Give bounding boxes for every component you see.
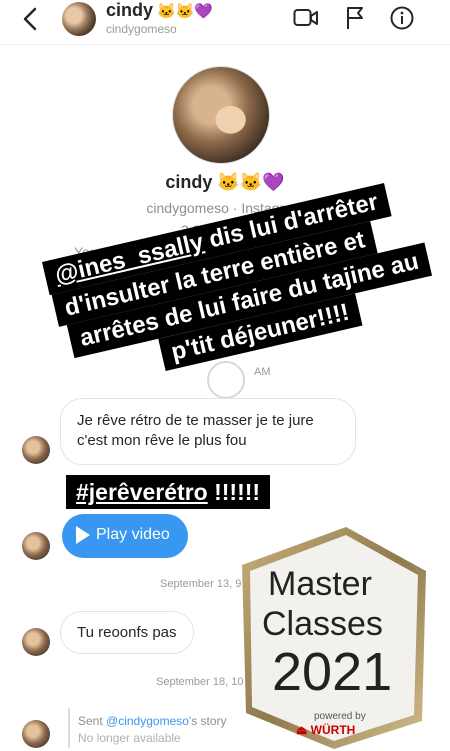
sender-avatar[interactable] (22, 720, 50, 748)
profile-name-emoji: 🐱🐱💜 (217, 172, 285, 192)
chat-header: cindy 🐱🐱💜 cindygomeso (0, 0, 450, 45)
sender-avatar[interactable] (22, 436, 50, 464)
story-unavailable: No longer available (78, 731, 181, 745)
header-name-emoji: 🐱🐱💜 (157, 3, 214, 20)
story-mention-link[interactable]: @cindygomeso (106, 714, 189, 728)
play-icon (76, 526, 90, 544)
message-bubble-2[interactable]: Tu reoonfs pas (60, 611, 194, 654)
badge-line-1: Master (268, 565, 372, 603)
overlay-hashtag-suffix: !!!!!! (207, 479, 261, 505)
play-video-label: Play video (96, 526, 170, 543)
header-username: cindygomeso (106, 22, 177, 36)
video-call-icon[interactable] (293, 7, 319, 29)
profile-avatar[interactable] (172, 66, 270, 164)
story-share-suffix: 's story (188, 714, 227, 728)
timestamp-2: September 13, 9:5 (160, 578, 251, 590)
sender-avatar[interactable] (22, 532, 50, 560)
timestamp-3: September 18, 10 (156, 676, 244, 688)
story-reply-bar (68, 708, 70, 748)
overlay-hashtag-link[interactable]: #jerêverétro (76, 479, 208, 505)
badge-powered-by: powered by (314, 711, 366, 722)
timestamp-1: AM (254, 366, 271, 378)
overlay-hashtag: #jerêverétro !!!!!! (66, 475, 271, 510)
wurth-logo: ⏏ WÜRTH (296, 723, 355, 737)
message-bubble-1[interactable]: Je rêve rétro de te masser je te jure c'… (60, 398, 356, 465)
sender-avatar[interactable] (22, 628, 50, 656)
info-icon[interactable] (390, 6, 414, 30)
badge-line-3: 2021 (272, 642, 393, 702)
wurth-logo-text: WÜRTH (310, 723, 356, 737)
reply-circle-icon (207, 361, 245, 399)
header-name[interactable]: cindy 🐱🐱💜 (106, 0, 213, 21)
badge-line-2: Classes (262, 605, 383, 643)
wurth-logo-mark: ⏏ (296, 723, 311, 737)
back-arrow-icon[interactable] (18, 6, 44, 32)
play-video-button[interactable]: Play video (62, 514, 188, 558)
story-share-prefix: Sent (78, 714, 107, 728)
flag-icon[interactable] (345, 6, 365, 30)
profile-name-text: cindy (165, 172, 213, 192)
header-avatar[interactable] (62, 2, 96, 36)
story-share-line: Sent @cindygomeso's story (78, 714, 227, 728)
header-name-text: cindy (106, 0, 154, 20)
master-classes-badge: Master Classes 2021 powered by ⏏ WÜRTH (238, 525, 428, 751)
